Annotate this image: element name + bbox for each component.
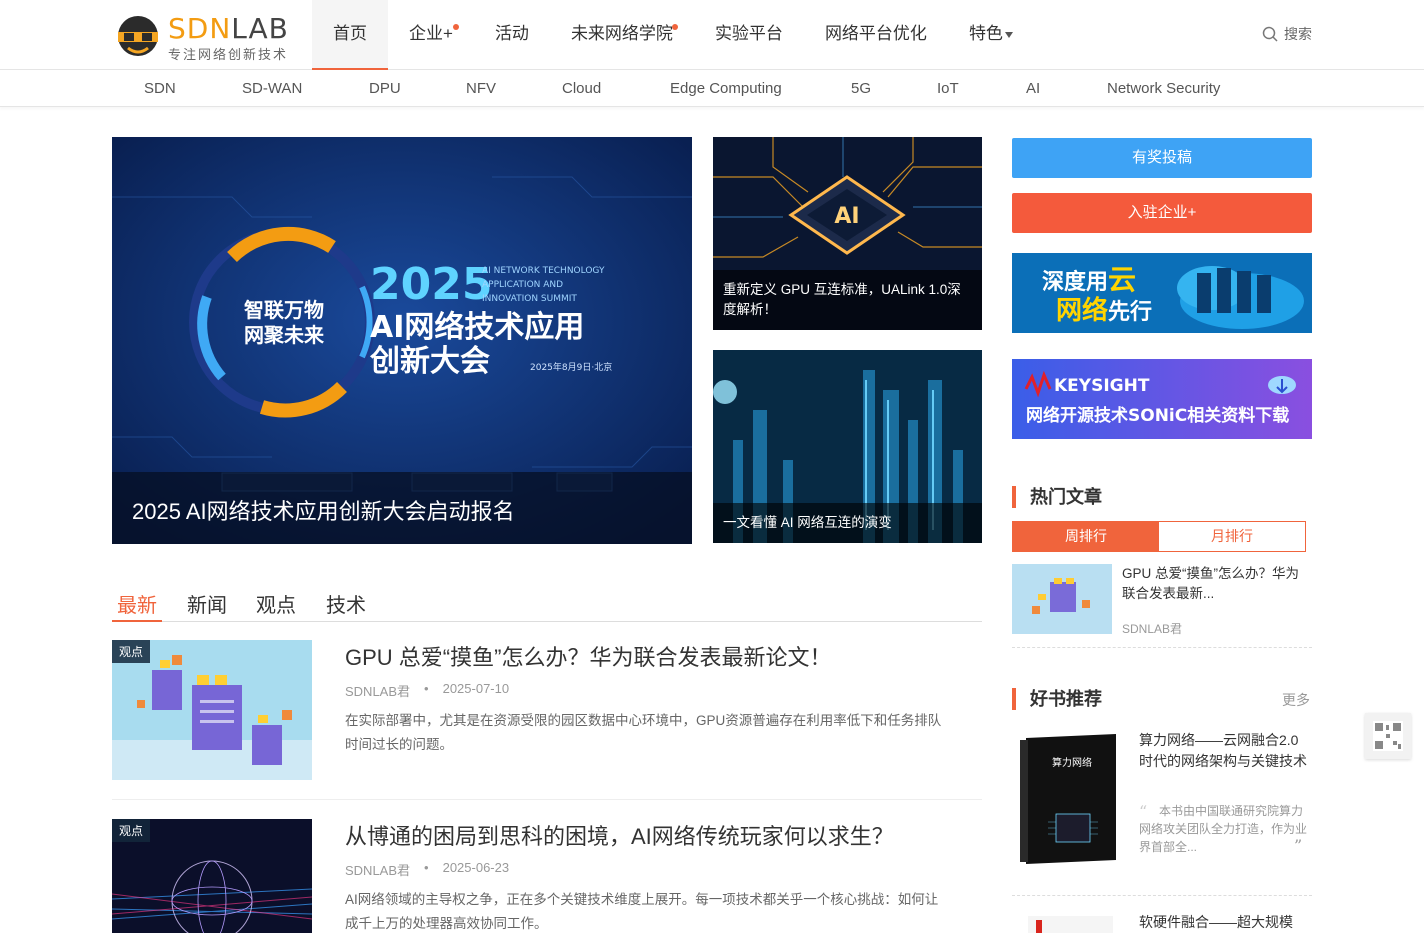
book-cover-image: 算力网络 <box>1020 734 1116 864</box>
book-2-title: 软硬件融合——超大规模 <box>1139 914 1293 930</box>
nav-item-enterprise[interactable]: 企业+ <box>388 0 474 70</box>
search-label: 搜索 <box>1284 26 1312 42</box>
category-network-security[interactable]: Network Security <box>1107 70 1220 107</box>
new-dot-icon <box>671 24 678 30</box>
join-enterprise-button[interactable]: 入驻企业+ <box>1012 193 1312 233</box>
logo-brand: SDNLAB <box>168 12 289 45</box>
category-sdn[interactable]: SDN <box>144 70 176 107</box>
close-quote-icon: ” <box>1294 836 1303 855</box>
article-item: 观点 GPU 总爱“摸鱼”怎么办？华为联合发表最新论文！ SDNLAB君 • 2… <box>112 640 982 800</box>
nav-item-features[interactable]: 特色 <box>948 0 1034 70</box>
category-5g[interactable]: 5G <box>851 70 871 107</box>
hero-banner[interactable]: 智联万物 网聚未来 2025 AI NETWORK TECHNOLOGY APP… <box>112 137 692 544</box>
tab-news[interactable]: 新闻 <box>187 589 227 622</box>
article-title[interactable]: GPU 总爱“摸鱼”怎么办？华为联合发表最新论文！ <box>345 640 831 672</box>
svg-text:APPLICATION AND: APPLICATION AND <box>482 280 563 290</box>
meta-separator: • <box>424 860 429 875</box>
tab-monthly[interactable]: 月排行 <box>1159 522 1305 551</box>
book-item-1[interactable]: 算力网络 算力网络——云网融合2.0时代的网络架构与关键技术 “ 本书由中国联通… <box>1012 726 1312 896</box>
article-thumb[interactable]: 观点 <box>112 819 312 933</box>
article-author: SDNLAB君 <box>345 863 411 878</box>
nav-item-home[interactable]: 首页 <box>312 0 388 70</box>
hot-article-thumb <box>1012 564 1112 634</box>
article-tag: 观点 <box>112 640 151 663</box>
qr-code-float[interactable] <box>1365 713 1411 759</box>
search-icon <box>1262 26 1278 42</box>
side-article-2-caption: 一文看懂 AI 网络互连的演变 <box>713 503 982 543</box>
article-tag: 观点 <box>112 819 151 842</box>
qr-code-icon <box>1373 721 1403 751</box>
category-nfv[interactable]: NFV <box>466 70 496 107</box>
caret-down-icon <box>1004 31 1013 38</box>
article-meta: SDNLAB君 • 2025-07-10 <box>345 681 509 700</box>
logo-mark-icon <box>118 16 158 56</box>
contribute-button[interactable]: 有奖投稿 <box>1012 138 1312 178</box>
svg-text:AI网络技术应用: AI网络技术应用 <box>370 310 584 345</box>
site-logo[interactable]: SDNLAB 专注网络创新技术 <box>116 8 296 64</box>
side-article-1-caption: 重新定义 GPU 互连标准，UALink 1.0深度解析！ <box>713 270 982 330</box>
tab-tech[interactable]: 技术 <box>326 589 366 622</box>
article-date: 2025-07-10 <box>442 681 510 696</box>
books-title: 好书推荐 <box>1012 688 1102 710</box>
tab-weekly[interactable]: 周排行 <box>1013 522 1159 551</box>
new-dot-icon <box>452 24 459 30</box>
article-date: 2025-06-23 <box>442 860 510 875</box>
news-tabs: 最新 新闻 观点 技术 <box>112 585 982 622</box>
svg-text:算力网络: 算力网络 <box>1052 756 1092 769</box>
svg-text:KEYSIGHT: KEYSIGHT <box>1054 376 1150 396</box>
svg-text:网聚未来: 网聚未来 <box>244 323 325 347</box>
cloud-network-ad[interactable]: 深度用云 网络先行 <box>1012 253 1312 333</box>
search-button[interactable]: 搜索 <box>1262 24 1312 44</box>
article-meta: SDNLAB君 • 2025-06-23 <box>345 860 509 879</box>
article-thumb[interactable]: 观点 <box>112 640 312 780</box>
tab-latest[interactable]: 最新 <box>112 589 162 622</box>
side-article-2[interactable]: 一文看懂 AI 网络互连的演变 <box>713 350 982 543</box>
nav-item-lab[interactable]: 实验平台 <box>694 0 804 70</box>
tab-opinion[interactable]: 观点 <box>256 589 296 622</box>
hot-ranking-tabs: 周排行 月排行 <box>1012 521 1306 552</box>
main-nav: 首页 企业+ 活动 未来网络学院 实验平台 网络平台优化 特色 <box>312 0 1034 70</box>
svg-text:AI: AI <box>834 204 859 229</box>
svg-text:AI NETWORK TECHNOLOGY: AI NETWORK TECHNOLOGY <box>482 266 605 276</box>
nav-item-events[interactable]: 活动 <box>474 0 550 70</box>
article-title[interactable]: 从博通的困局到思科的困境，AI网络传统玩家何以求生？ <box>345 819 894 851</box>
article-summary: 在实际部署中，尤其是在资源受限的园区数据中心环境中，GPU资源普遍存在利用率低下… <box>345 713 942 752</box>
book-item-2[interactable]: 软硬件融合——超大规模 <box>1012 906 1312 933</box>
keysight-ad[interactable]: KEYSIGHT 网络开源技术SONiC相关资料下载 <box>1012 359 1312 439</box>
hero-caption: 2025 AI网络技术应用创新大会启动报名 <box>112 472 692 544</box>
top-header: SDNLAB 专注网络创新技术 首页 企业+ 活动 未来网络学院 实验平台 网络… <box>0 0 1424 70</box>
article-author: SDNLAB君 <box>345 684 411 699</box>
category-iot[interactable]: IoT <box>937 70 959 107</box>
book-1-title: 算力网络——云网融合2.0时代的网络架构与关键技术 <box>1139 732 1307 769</box>
svg-text:智联万物: 智联万物 <box>244 298 324 322</box>
svg-text:网络先行: 网络先行 <box>1056 295 1152 326</box>
category-dpu[interactable]: DPU <box>369 70 401 107</box>
category-sd-wan[interactable]: SD-WAN <box>242 70 302 107</box>
svg-text:创新大会: 创新大会 <box>369 344 490 379</box>
books-more-link[interactable]: 更多 <box>1282 690 1310 710</box>
category-nav: SDN SD-WAN DPU NFV Cloud Edge Computing … <box>0 70 1424 107</box>
keysight-banner-image: KEYSIGHT 网络开源技术SONiC相关资料下载 <box>1012 359 1312 439</box>
nav-item-academy[interactable]: 未来网络学院 <box>550 0 694 70</box>
category-edge-computing[interactable]: Edge Computing <box>670 70 782 107</box>
hot-article-title: GPU 总爱“摸鱼”怎么办？华为联合发表最新... <box>1122 566 1299 601</box>
article-summary: AI网络领域的主导权之争，正在多个关键技术维度上展开。每一项技术都关乎一个核心挑… <box>345 892 939 931</box>
side-article-1[interactable]: AI 重新定义 GPU 互连标准，UALink 1.0深度解析！ <box>713 137 982 330</box>
hot-article-author: SDNLAB君 <box>1122 622 1183 636</box>
hot-article-item[interactable]: GPU 总爱“摸鱼”怎么办？华为联合发表最新... SDNLAB君 <box>1012 564 1312 648</box>
meta-separator: • <box>424 681 429 696</box>
svg-text:2025: 2025 <box>370 259 492 310</box>
nav-item-optimization[interactable]: 网络平台优化 <box>804 0 948 70</box>
svg-text:2025年8月9日·北京: 2025年8月9日·北京 <box>530 361 612 373</box>
hot-articles-title: 热门文章 <box>1012 486 1102 508</box>
cloud-network-banner-image: 深度用云 网络先行 <box>1012 253 1312 333</box>
svg-text:网络开源技术SONiC相关资料下载: 网络开源技术SONiC相关资料下载 <box>1026 405 1289 426</box>
book-2-cover-image <box>1028 916 1113 933</box>
article-item: 观点 从博通的困局到思科的困境，AI网络传统玩家何以求生？ SDNLAB君 • … <box>112 819 982 933</box>
category-cloud[interactable]: Cloud <box>562 70 601 107</box>
book-1-description: 本书由中国联通研究院算力网络攻关团队全力打造，作为业界首部全... <box>1139 804 1308 854</box>
category-ai[interactable]: AI <box>1026 70 1040 107</box>
svg-text:INNOVATION SUMMIT: INNOVATION SUMMIT <box>482 294 577 304</box>
logo-slogan: 专注网络创新技术 <box>168 48 289 63</box>
